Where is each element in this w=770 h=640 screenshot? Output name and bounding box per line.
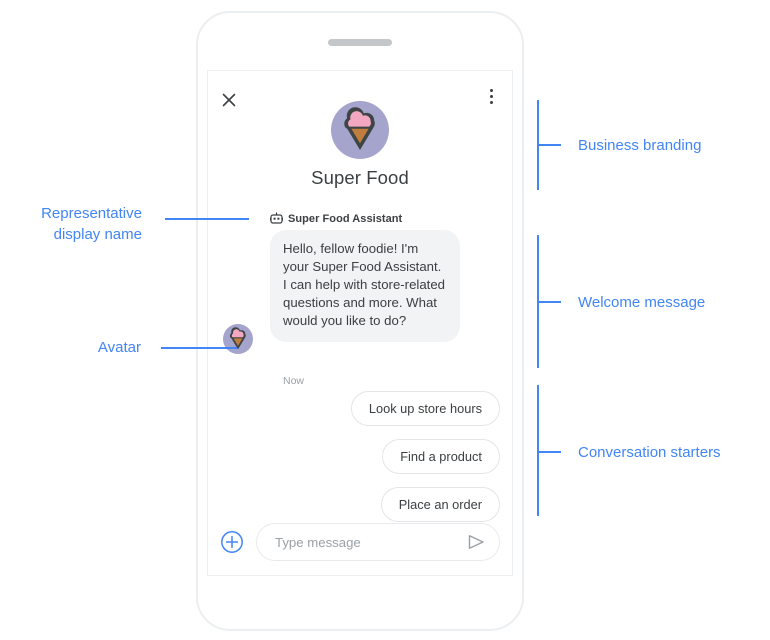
message-timestamp: Now: [283, 375, 305, 387]
message-input[interactable]: [273, 533, 465, 551]
annotated-diagram: Super Food Super Food Assistant Hello, f…: [0, 0, 770, 640]
annotation-conversation-starters: Conversation starters: [578, 444, 721, 461]
send-icon[interactable]: [465, 531, 487, 553]
business-name: Super Food: [311, 167, 409, 188]
annotation-avatar: Avatar: [97, 339, 141, 356]
representative-display-name: Super Food Assistant: [288, 212, 403, 225]
leader-avatar: [161, 347, 237, 349]
annotation-business-branding: Business branding: [578, 137, 702, 154]
message-input-wrapper[interactable]: [256, 523, 500, 561]
message-bubble: Hello, fellow foodie! I'm your Super Foo…: [270, 230, 460, 342]
conversation-starters: Look up store hours Find a product Place…: [230, 391, 500, 522]
tick-business-branding: [537, 144, 561, 146]
message-composer: [208, 519, 512, 565]
conversation-starter-chip[interactable]: Place an order: [380, 487, 500, 522]
menu-dot: [489, 89, 493, 92]
chat-window: Super Food Super Food Assistant Hello, f…: [207, 70, 513, 576]
plus-circle-icon[interactable]: [220, 530, 244, 554]
ice-cream-cone-avatar: [331, 101, 389, 159]
annotation-representative-display-name: Representative display name: [41, 205, 142, 243]
conversation-starter-chip[interactable]: Look up store hours: [350, 391, 500, 426]
conversation-starter-chip[interactable]: Find a product: [382, 439, 500, 474]
representative-row: Super Food Assistant: [270, 212, 402, 225]
bot-icon: [270, 212, 283, 225]
business-branding: Super Food: [208, 101, 512, 189]
annotation-welcome-message: Welcome message: [578, 294, 706, 311]
phone-speaker: [328, 39, 392, 46]
tick-welcome-message: [537, 301, 561, 303]
leader-representative-display-name: [165, 218, 249, 220]
tick-conversation-starters: [537, 451, 561, 453]
ice-cream-cone-avatar-small: [223, 324, 253, 354]
menu-dot: [489, 95, 493, 98]
